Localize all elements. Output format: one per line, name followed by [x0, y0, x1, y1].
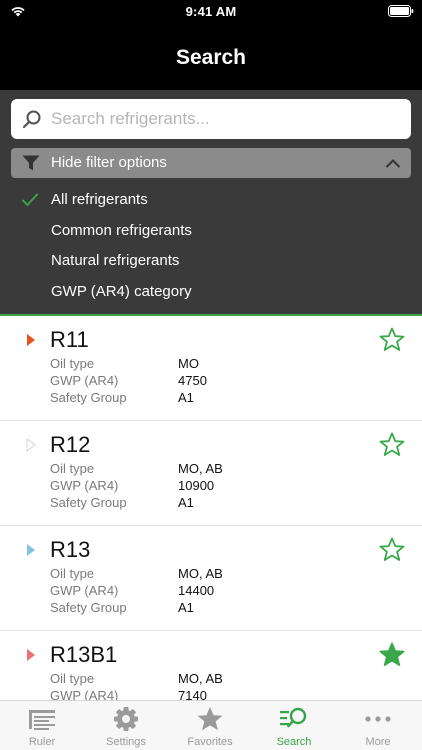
field-value: MO, AB	[178, 461, 223, 476]
field-value: A1	[178, 495, 194, 510]
tab-label: Settings	[106, 736, 146, 748]
top-bar: 9:41 AM Search	[0, 0, 422, 90]
tab-label: Favorites	[187, 736, 233, 748]
star-filled-icon[interactable]	[379, 642, 405, 667]
field-row: GWP (AR4) 10900	[50, 478, 390, 495]
filter-option-natural[interactable]: Natural refrigerants	[0, 247, 422, 277]
field-row: GWP (AR4) 14400	[50, 583, 390, 600]
field-row: Oil type MO, AB	[50, 671, 390, 688]
field-label: Oil type	[50, 461, 95, 476]
refrigerant-list[interactable]: R11 Oil type MO GWP (AR4) 4750 Safety Gr…	[0, 316, 422, 700]
field-label: GWP (AR4)	[50, 583, 119, 598]
field-value: 7140	[178, 688, 207, 700]
status-time: 9:41 AM	[185, 4, 237, 19]
field-value: MO, AB	[178, 566, 223, 581]
list-item[interactable]: R11 Oil type MO GWP (AR4) 4750 Safety Gr…	[0, 316, 422, 421]
list-item[interactable]: R13 Oil type MO, AB GWP (AR4) 14400 Safe…	[0, 526, 422, 631]
chevron-up-icon	[385, 159, 401, 168]
filter-option-label: Common refrigerants	[51, 222, 192, 239]
status-bar: 9:41 AM	[0, 0, 422, 24]
tab-label: Ruler	[28, 736, 56, 748]
field-row: GWP (AR4) 7140	[50, 688, 390, 700]
field-value: A1	[178, 390, 194, 405]
filter-option-gwp-category[interactable]: GWP (AR4) category	[0, 278, 422, 308]
field-value: A1	[178, 600, 194, 615]
field-row: Oil type MO, AB	[50, 461, 390, 478]
field-row: Safety Group A1	[50, 600, 390, 617]
refrigerant-name: R13	[50, 537, 91, 562]
tab-more[interactable]: More	[336, 701, 420, 750]
star-outline-icon[interactable]	[379, 327, 405, 352]
gear-icon	[114, 707, 138, 731]
funnel-icon	[22, 155, 40, 171]
color-marker-icon	[27, 544, 35, 556]
field-value: MO, AB	[178, 671, 223, 686]
field-label: Safety Group	[50, 495, 127, 510]
star-outline-icon[interactable]	[379, 432, 405, 457]
tab-search[interactable]: Search	[252, 701, 336, 750]
filter-option-label: Natural refrigerants	[51, 252, 180, 269]
tab-ruler[interactable]: Ruler	[0, 701, 84, 750]
field-row: Safety Group A1	[50, 495, 390, 512]
star-icon	[197, 707, 223, 731]
filter-option-common[interactable]: Common refrigerants	[0, 217, 422, 247]
list-item[interactable]: R12 Oil type MO, AB GWP (AR4) 10900 Safe…	[0, 421, 422, 526]
color-marker-icon	[27, 334, 35, 346]
search-list-icon	[280, 707, 307, 728]
field-label: GWP (AR4)	[50, 688, 119, 700]
checkmark-icon	[21, 193, 39, 207]
field-value: MO	[178, 356, 199, 371]
filter-toggle-label: Hide filter options	[51, 154, 167, 171]
refrigerant-name: R11	[50, 327, 89, 352]
list-item[interactable]: R13B1 Oil type MO, AB GWP (AR4) 7140	[0, 631, 422, 700]
search-bar[interactable]	[11, 99, 411, 139]
color-marker-icon	[26, 438, 36, 452]
field-label: GWP (AR4)	[50, 478, 119, 493]
field-label: Oil type	[50, 566, 95, 581]
field-label: Oil type	[50, 671, 95, 686]
ruler-icon	[29, 710, 55, 730]
tab-label: More	[365, 736, 391, 748]
battery-icon	[388, 5, 414, 17]
field-row: Oil type MO	[50, 356, 390, 373]
field-label: GWP (AR4)	[50, 373, 119, 388]
search-icon	[22, 110, 41, 129]
field-row: Oil type MO, AB	[50, 566, 390, 583]
filter-option-all[interactable]: All refrigerants	[0, 186, 422, 216]
field-value: 4750	[178, 373, 207, 388]
color-marker-icon	[27, 649, 35, 661]
more-dots-icon	[365, 716, 391, 722]
star-outline-icon[interactable]	[379, 537, 405, 562]
field-value: 10900	[178, 478, 215, 493]
filter-toggle-button[interactable]: Hide filter options	[11, 148, 411, 178]
refrigerant-name: R13B1	[50, 642, 118, 667]
filter-option-label: All refrigerants	[51, 191, 148, 208]
field-row: Safety Group A1	[50, 390, 390, 407]
field-label: Safety Group	[50, 390, 127, 405]
search-input[interactable]	[51, 99, 401, 139]
tab-favorites[interactable]: Favorites	[168, 701, 252, 750]
field-row: GWP (AR4) 4750	[50, 373, 390, 390]
tab-settings[interactable]: Settings	[84, 701, 168, 750]
page-title: Search	[175, 46, 247, 69]
field-value: 14400	[178, 583, 215, 598]
refrigerant-name: R12	[50, 432, 91, 457]
filter-option-label: GWP (AR4) category	[51, 283, 192, 300]
field-label: Oil type	[50, 356, 95, 371]
tab-label: Search	[276, 736, 312, 748]
tab-bar: Ruler Settings Favorites Search More	[0, 700, 422, 750]
field-label: Safety Group	[50, 600, 127, 615]
filter-panel: Hide filter options All refrigerants Com…	[0, 90, 422, 314]
